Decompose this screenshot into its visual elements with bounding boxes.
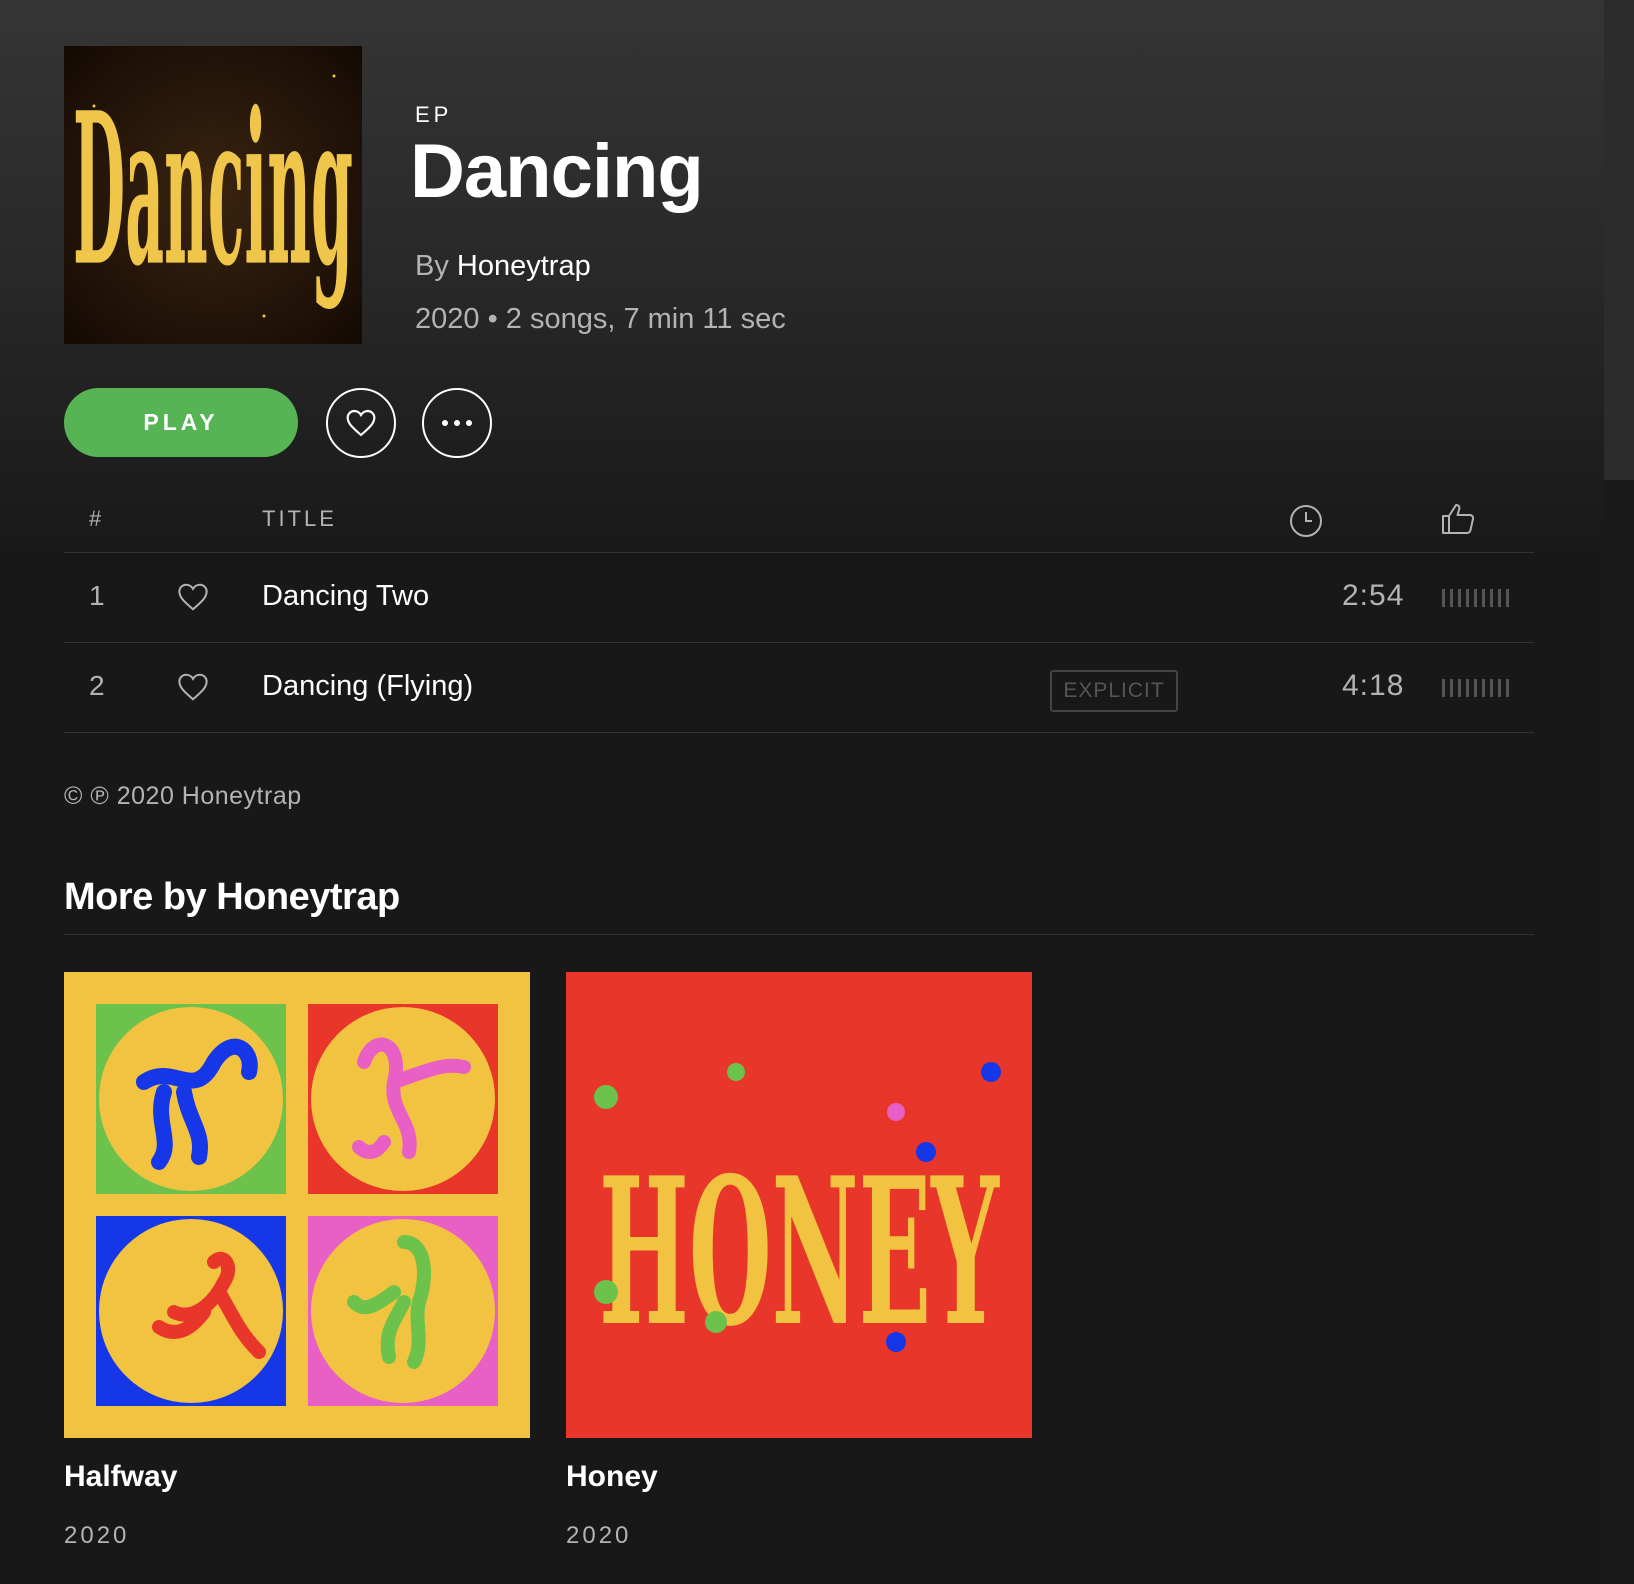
track-duration: 4:18 (1342, 669, 1405, 702)
more-by-heading: More by Honeytrap (64, 876, 400, 918)
by-prefix: By (415, 250, 449, 282)
column-header-number: # (89, 506, 105, 531)
track-title[interactable]: Dancing (Flying) (262, 670, 473, 703)
heart-icon[interactable] (176, 672, 210, 702)
album-card-title[interactable]: Honey (566, 1460, 658, 1494)
track-number: 2 (89, 670, 105, 701)
album-card-year: 2020 (566, 1522, 632, 1549)
more-options-button[interactable] (422, 388, 492, 458)
play-button[interactable]: PLAY (64, 388, 298, 457)
divider (64, 642, 1534, 643)
album-card-cover-halfway[interactable] (64, 972, 530, 1438)
column-header-title: TITLE (262, 506, 337, 531)
track-title[interactable]: Dancing Two (262, 580, 429, 613)
artist-link[interactable]: Honeytrap (457, 250, 591, 282)
album-card-cover-honey[interactable]: HONEY (566, 972, 1032, 1438)
clock-icon (1290, 505, 1322, 537)
scrollbar-thumb[interactable] (1604, 0, 1634, 480)
album-type-label: EP (415, 102, 453, 127)
svg-text:HONEY: HONEY (599, 1134, 1000, 1372)
track-duration: 2:54 (1342, 579, 1405, 612)
thumbs-up-icon (1442, 504, 1475, 534)
track-number: 1 (89, 580, 105, 611)
svg-text:Dancing: Dancing (73, 67, 353, 312)
album-title: Dancing (410, 129, 704, 214)
album-meta: 2020 • 2 songs, 7 min 11 sec (415, 303, 786, 335)
divider (64, 552, 1534, 553)
album-card-title[interactable]: Halfway (64, 1460, 177, 1494)
album-card-year: 2020 (64, 1522, 130, 1549)
divider (64, 934, 1534, 935)
heart-icon (346, 409, 376, 437)
explicit-badge: EXPLICIT (1050, 670, 1178, 712)
divider (64, 732, 1534, 733)
copyright-text: © ℗ 2020 Honeytrap (64, 782, 302, 810)
album-cover: Dancing (64, 46, 362, 344)
heart-icon[interactable] (176, 582, 210, 612)
save-button[interactable] (326, 388, 396, 458)
album-byline: By Honeytrap (415, 250, 591, 283)
more-dots-icon (442, 420, 472, 426)
